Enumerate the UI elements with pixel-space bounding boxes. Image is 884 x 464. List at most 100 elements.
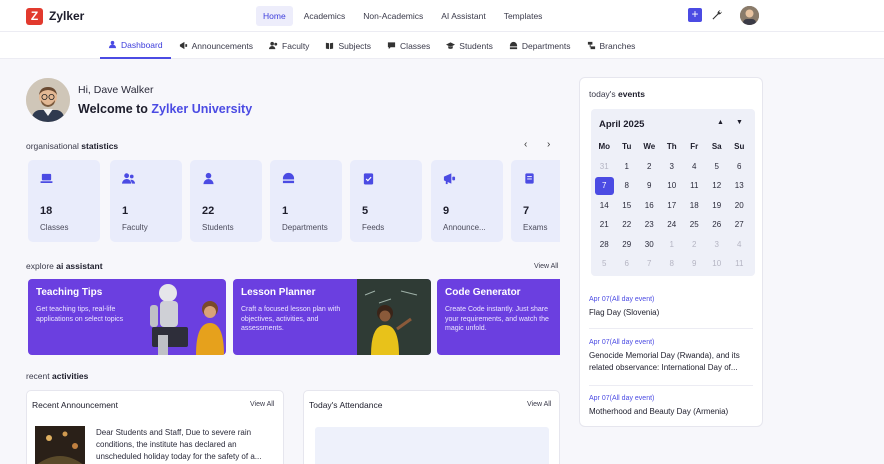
calendar-day[interactable]: 8 — [661, 254, 684, 274]
stat-card-announcements[interactable]: 9 Announce... — [431, 160, 503, 242]
calendar-day[interactable]: 21 — [593, 215, 616, 235]
robot-illustration-icon — [150, 284, 224, 355]
zylker-logo-icon[interactable]: Z — [26, 8, 43, 25]
calendar-day[interactable]: 6 — [728, 157, 751, 177]
tab-label: Announcements — [191, 40, 254, 51]
calendar-weekday: Su — [734, 142, 745, 151]
topnav-academics[interactable]: Academics — [297, 6, 353, 26]
event-item[interactable]: Apr 07(All day event) Motherhood and Bea… — [589, 395, 753, 418]
calendar-day[interactable]: 14 — [593, 196, 616, 216]
calendar-day[interactable]: 20 — [728, 196, 751, 216]
calendar-day[interactable]: 25 — [683, 215, 706, 235]
stat-card-departments[interactable]: 1 Departments — [270, 160, 342, 242]
calendar-day[interactable]: 7 — [638, 254, 661, 274]
calendar-day[interactable]: 1 — [661, 235, 684, 255]
activities-prefix: recent — [26, 371, 52, 381]
greeting-hi: Hi, Dave Walker — [78, 84, 154, 96]
announcement-view-all-link[interactable]: View All — [250, 401, 274, 408]
topnav-ai-assistant[interactable]: AI Assistant — [434, 6, 492, 26]
calendar-day[interactable]: 1 — [616, 157, 639, 177]
stat-label: Feeds — [362, 223, 385, 232]
stat-value: 7 — [523, 205, 530, 217]
tab-branches[interactable]: Branches — [579, 32, 644, 59]
stats-prev-button[interactable]: ‹ — [524, 139, 527, 150]
calendar-day[interactable]: 9 — [683, 254, 706, 274]
announcement-text: Dear Students and Staff, Due to severe r… — [96, 428, 262, 461]
ai-card-lesson-planner[interactable]: Lesson Planner Craft a focused lesson pl… — [233, 279, 431, 355]
topnav-templates[interactable]: Templates — [497, 6, 550, 26]
calendar-day[interactable]: 27 — [728, 215, 751, 235]
branches-icon — [587, 41, 595, 50]
event-item[interactable]: Apr 07(All day event) Flag Day (Slovenia… — [589, 296, 753, 319]
calendar-day[interactable]: 24 — [661, 215, 684, 235]
calendar-day[interactable]: 15 — [616, 196, 639, 216]
topnav-home[interactable]: Home — [256, 6, 293, 26]
stat-card-students[interactable]: 22 Students — [190, 160, 262, 242]
attendance-view-all-link[interactable]: View All — [527, 401, 551, 408]
statistics-heading: organisational statistics — [26, 141, 118, 151]
topnav-non-academics[interactable]: Non-Academics — [356, 6, 430, 26]
calendar-day[interactable]: 8 — [616, 176, 639, 196]
calendar-day[interactable]: 13 — [728, 176, 751, 196]
tab-label: Faculty — [282, 40, 310, 51]
calendar-day[interactable]: 12 — [706, 176, 729, 196]
tab-label: Classes — [400, 40, 431, 51]
calendar-day[interactable]: 11 — [728, 254, 751, 274]
stat-label: Classes — [40, 223, 69, 232]
calendar-day[interactable]: 29 — [616, 235, 639, 255]
calendar-day[interactable]: 6 — [616, 254, 639, 274]
event-item[interactable]: Apr 07(All day event) Genocide Memorial … — [589, 339, 753, 374]
user-avatar[interactable] — [740, 6, 759, 25]
events-prefix: today's — [589, 89, 619, 99]
calendar-day[interactable]: 11 — [683, 176, 706, 196]
calendar-day[interactable]: 2 — [683, 235, 706, 255]
stat-label: Students — [202, 223, 234, 232]
tab-departments[interactable]: Departments — [501, 32, 579, 59]
calendar-day[interactable]: 5 — [593, 254, 616, 274]
calendar-day[interactable]: 3 — [706, 235, 729, 255]
tab-faculty[interactable]: Faculty — [261, 32, 317, 59]
event-divider — [589, 328, 753, 329]
calendar-day[interactable]: 18 — [683, 196, 706, 216]
stat-card-feeds[interactable]: 5 Feeds — [350, 160, 422, 242]
calendar-day[interactable]: 19 — [706, 196, 729, 216]
tab-students[interactable]: Students — [438, 32, 501, 59]
tab-label: Dashboard — [121, 39, 163, 50]
ai-card-teaching-tips[interactable]: Teaching Tips Get teaching tips, real-li… — [28, 279, 226, 355]
users-icon — [269, 41, 278, 50]
add-button[interactable]: + — [688, 8, 702, 22]
calendar-day[interactable]: 4 — [728, 235, 751, 255]
stat-value: 18 — [40, 205, 53, 217]
calendar-next-button[interactable]: ▼ — [736, 119, 743, 126]
calendar-day[interactable]: 22 — [616, 215, 639, 235]
calendar-day[interactable]: 10 — [661, 176, 684, 196]
calendar-day[interactable]: 30 — [638, 235, 661, 255]
stat-card-classes[interactable]: 18 Classes — [28, 160, 100, 242]
tab-dashboard[interactable]: Dashboard — [100, 32, 171, 59]
ai-view-all-link[interactable]: View All — [534, 263, 558, 270]
calendar-day[interactable]: 3 — [661, 157, 684, 177]
ai-card-code-generator[interactable]: Code Generator Create Code instantly. Ju… — [437, 279, 560, 355]
tab-subjects[interactable]: Subjects — [317, 32, 379, 59]
calendar-day[interactable]: 16 — [638, 196, 661, 216]
statistics-bold: statistics — [81, 141, 119, 151]
calendar-day[interactable]: 28 — [593, 235, 616, 255]
calendar-day[interactable]: 4 — [683, 157, 706, 177]
wrench-icon[interactable] — [711, 9, 723, 21]
calendar-day-selected[interactable]: 7 — [595, 177, 614, 195]
stats-next-button[interactable]: › — [547, 139, 550, 150]
stat-card-faculty[interactable]: 1 Faculty — [110, 160, 182, 242]
calendar-day[interactable]: 26 — [706, 215, 729, 235]
calendar-prev-button[interactable]: ▲ — [717, 119, 724, 126]
tab-classes[interactable]: Classes — [379, 32, 438, 59]
calendar-day[interactable]: 9 — [638, 176, 661, 196]
tab-announcements[interactable]: Announcements — [171, 32, 261, 59]
calendar-day[interactable]: 23 — [638, 215, 661, 235]
calendar-day[interactable]: 10 — [706, 254, 729, 274]
calendar-day[interactable]: 17 — [661, 196, 684, 216]
stat-value: 1 — [122, 205, 129, 217]
calendar-day[interactable]: 31 — [593, 157, 616, 177]
stat-card-exams[interactable]: 7 Exams — [511, 160, 560, 242]
calendar-day[interactable]: 5 — [706, 157, 729, 177]
calendar-day[interactable]: 2 — [638, 157, 661, 177]
